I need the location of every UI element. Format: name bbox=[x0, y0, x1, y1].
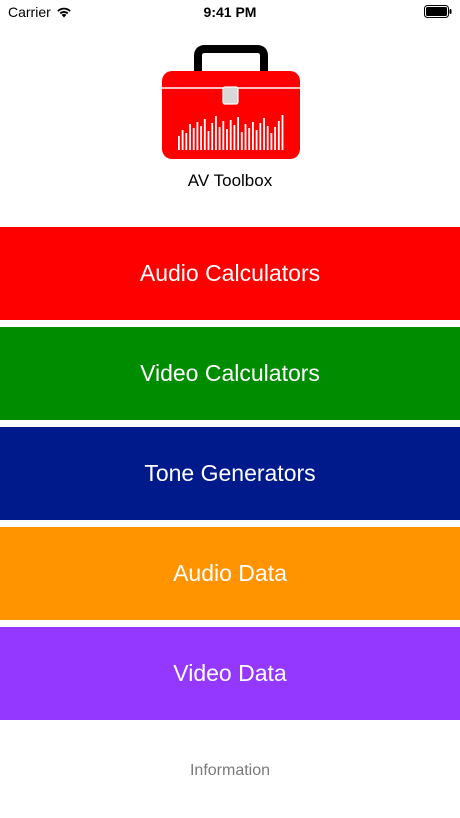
information-link[interactable]: Information bbox=[0, 762, 460, 780]
video-data-button[interactable]: Video Data bbox=[0, 627, 460, 720]
video-calculators-button[interactable]: Video Calculators bbox=[0, 327, 460, 420]
audio-calculators-button[interactable]: Audio Calculators bbox=[0, 227, 460, 320]
audio-data-button[interactable]: Audio Data bbox=[0, 527, 460, 620]
status-bar: Carrier 9:41 PM bbox=[0, 0, 460, 24]
main-menu: Audio Calculators Video Calculators Tone… bbox=[0, 227, 460, 720]
app-logo bbox=[160, 44, 302, 162]
toolbox-icon bbox=[162, 45, 300, 159]
tone-generators-button[interactable]: Tone Generators bbox=[0, 427, 460, 520]
app-title: AV Toolbox bbox=[187, 171, 273, 190]
status-time: 9:41 PM bbox=[203, 4, 257, 20]
battery-icon bbox=[424, 5, 452, 18]
